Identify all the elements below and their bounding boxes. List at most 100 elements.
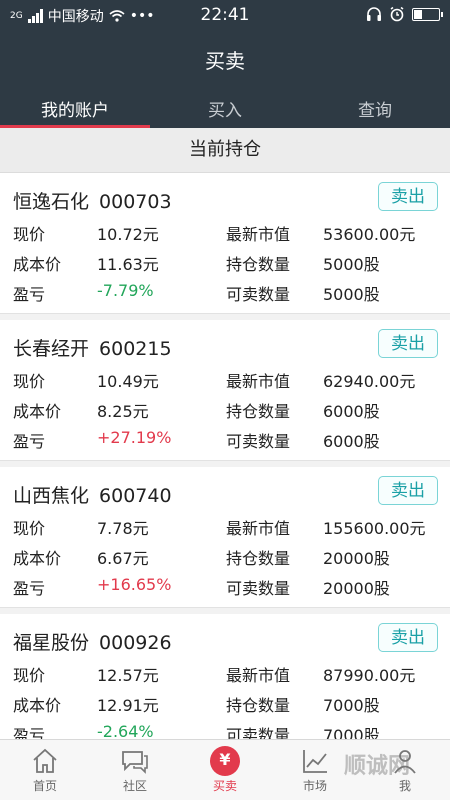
label-pnl: 盈亏 (13, 726, 46, 740)
tab-buy[interactable]: 买入 (150, 90, 300, 128)
tab-bar: 我的账户 买入 查询 (0, 90, 450, 128)
sell-button[interactable]: 卖出 (378, 623, 438, 652)
holdings-list[interactable]: 恒逸石化 000703 卖出 现价 10.72元 最新市值 53600.00元 成… (0, 173, 450, 740)
stock-name: 长春经开 (13, 338, 90, 360)
value-cost: 8.25元 (97, 402, 149, 421)
label-holding: 持仓数量 (226, 696, 291, 715)
stock-name-line: 福星股份 000926 (13, 628, 172, 655)
label-cost: 成本价 (13, 255, 62, 274)
nav-community[interactable]: 社区 (90, 740, 180, 800)
row-price: 现价 10.49元 最新市值 62940.00元 (0, 368, 450, 392)
value-sellable: 7000股 (323, 726, 380, 740)
battery-level (414, 9, 422, 19)
headphones-icon (367, 7, 381, 21)
value-holding: 7000股 (323, 696, 380, 715)
row-price: 现价 7.78元 最新市值 155600.00元 (0, 515, 450, 539)
app-header: 买卖 我的账户 买入 查询 (0, 30, 450, 128)
value-cost: 11.63元 (97, 255, 159, 274)
label-market-value: 最新市值 (226, 225, 291, 244)
label-market-value: 最新市值 (226, 666, 291, 685)
row-cost: 成本价 8.25元 持仓数量 6000股 (0, 398, 450, 422)
value-market-value: 87990.00元 (323, 666, 416, 685)
stock-name: 福星股份 (13, 632, 90, 654)
status-right (366, 6, 443, 22)
label-holding: 持仓数量 (226, 402, 291, 421)
row-pnl: 盈亏 +16.65% 可卖数量 20000股 (0, 575, 450, 599)
row-cost: 成本价 11.63元 持仓数量 5000股 (0, 251, 450, 275)
holding-card: 福星股份 000926 卖出 现价 12.57元 最新市值 87990.00元 成… (0, 614, 450, 740)
label-pnl: 盈亏 (13, 432, 46, 451)
stock-code: 600215 (99, 338, 172, 360)
label-holding: 持仓数量 (226, 549, 291, 568)
bottom-nav: 首页 社区 ¥ 买卖 市场 我 顺诚网 (0, 739, 450, 800)
value-price: 10.49元 (97, 372, 159, 391)
section-title-holdings: 当前持仓 (0, 128, 450, 173)
stock-name: 恒逸石化 (13, 191, 90, 213)
tab-my-account[interactable]: 我的账户 (0, 90, 150, 128)
value-cost: 6.67元 (97, 549, 149, 568)
value-holding: 5000股 (323, 255, 380, 274)
label-sellable: 可卖数量 (226, 726, 291, 740)
home-icon (33, 748, 57, 773)
alarm-icon (390, 6, 404, 22)
row-cost: 成本价 6.67元 持仓数量 20000股 (0, 545, 450, 569)
value-pnl: -2.64% (97, 722, 154, 740)
holding-card: 长春经开 600215 卖出 现价 10.49元 最新市值 62940.00元 成… (0, 320, 450, 461)
stock-code: 000703 (99, 191, 172, 213)
label-price: 现价 (13, 372, 46, 391)
page-title: 买卖 (205, 49, 245, 73)
value-price: 7.78元 (97, 519, 149, 538)
nav-home[interactable]: 首页 (0, 740, 90, 800)
value-price: 10.72元 (97, 225, 159, 244)
battery-icon (412, 7, 443, 21)
label-price: 现价 (13, 519, 46, 538)
value-holding: 6000股 (323, 402, 380, 421)
label-sellable: 可卖数量 (226, 285, 291, 304)
sell-button[interactable]: 卖出 (378, 182, 438, 211)
holding-card: 山西焦化 600740 卖出 现价 7.78元 最新市值 155600.00元 成… (0, 467, 450, 608)
value-sellable: 20000股 (323, 579, 390, 598)
label-pnl: 盈亏 (13, 285, 46, 304)
row-price: 现价 10.72元 最新市值 53600.00元 (0, 221, 450, 245)
sell-button[interactable]: 卖出 (378, 329, 438, 358)
nav-label: 社区 (122, 779, 147, 793)
holding-card: 恒逸石化 000703 卖出 现价 10.72元 最新市值 53600.00元 成… (0, 173, 450, 314)
value-pnl: +16.65% (97, 575, 172, 594)
chat-icon (122, 751, 148, 774)
stock-name-line: 山西焦化 600740 (13, 481, 172, 508)
label-holding: 持仓数量 (226, 255, 291, 274)
stock-name-line: 恒逸石化 000703 (13, 187, 172, 214)
stock-name-line: 长春经开 600215 (13, 334, 172, 361)
stock-name: 山西焦化 (13, 485, 90, 507)
row-price: 现价 12.57元 最新市值 87990.00元 (0, 662, 450, 686)
value-cost: 12.91元 (97, 696, 159, 715)
watermark: 顺诚网 (343, 754, 410, 779)
label-market-value: 最新市值 (226, 519, 291, 538)
tab-query[interactable]: 查询 (300, 90, 450, 128)
label-pnl: 盈亏 (13, 579, 46, 598)
label-market-value: 最新市值 (226, 372, 291, 391)
value-sellable: 5000股 (323, 285, 380, 304)
label-price: 现价 (13, 666, 46, 685)
label-cost: 成本价 (13, 549, 62, 568)
label-sellable: 可卖数量 (226, 432, 291, 451)
value-sellable: 6000股 (323, 432, 380, 451)
label-sellable: 可卖数量 (226, 579, 291, 598)
nav-label: 首页 (32, 779, 57, 793)
stock-code: 000926 (99, 632, 172, 654)
value-pnl: +27.19% (97, 428, 172, 447)
label-cost: 成本价 (13, 402, 62, 421)
label-price: 现价 (13, 225, 46, 244)
value-holding: 20000股 (323, 549, 390, 568)
sell-button[interactable]: 卖出 (378, 476, 438, 505)
row-pnl: 盈亏 -2.64% 可卖数量 7000股 (0, 722, 450, 740)
value-market-value: 53600.00元 (323, 225, 416, 244)
status-bar: 2G 中国移动 ••• 22:41 (0, 0, 450, 30)
stock-code: 600740 (99, 485, 172, 507)
nav-trade[interactable]: ¥ 买卖 (180, 740, 270, 800)
yen-coin-icon: ¥ (210, 746, 240, 776)
row-pnl: 盈亏 +27.19% 可卖数量 6000股 (0, 428, 450, 452)
chart-icon (303, 750, 327, 773)
value-market-value: 155600.00元 (323, 519, 426, 538)
value-price: 12.57元 (97, 666, 159, 685)
